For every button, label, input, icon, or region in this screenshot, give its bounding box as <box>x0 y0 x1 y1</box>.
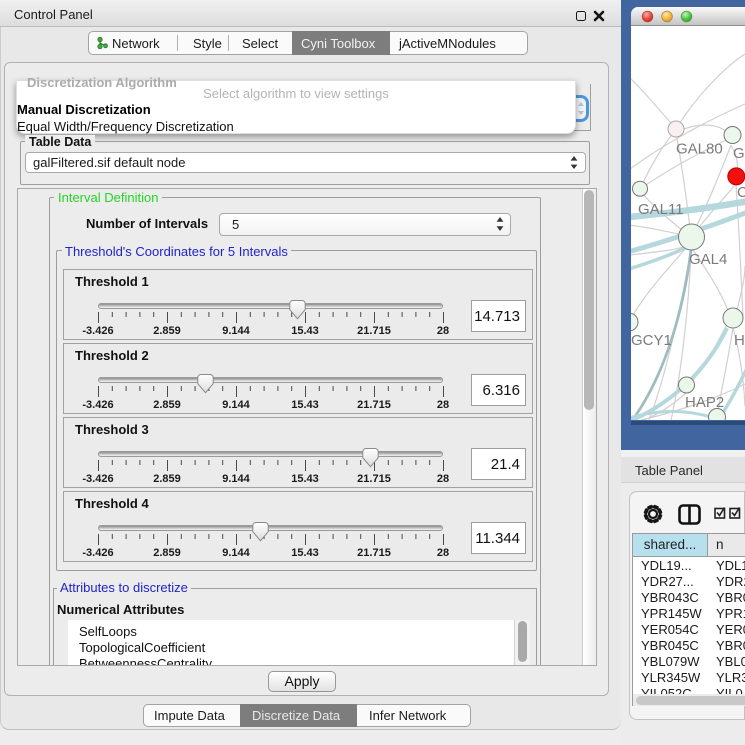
svg-text:GAL80: GAL80 <box>676 141 723 158</box>
svg-text:C: C <box>737 184 745 201</box>
svg-text:H: H <box>734 332 745 349</box>
svg-text:G...: G... <box>733 145 745 162</box>
svg-text:GCY1: GCY1 <box>631 332 672 349</box>
svg-text:HAP2: HAP2 <box>685 394 724 411</box>
svg-text:GAL11: GAL11 <box>638 201 684 218</box>
svg-text:GAL4: GAL4 <box>689 251 727 268</box>
